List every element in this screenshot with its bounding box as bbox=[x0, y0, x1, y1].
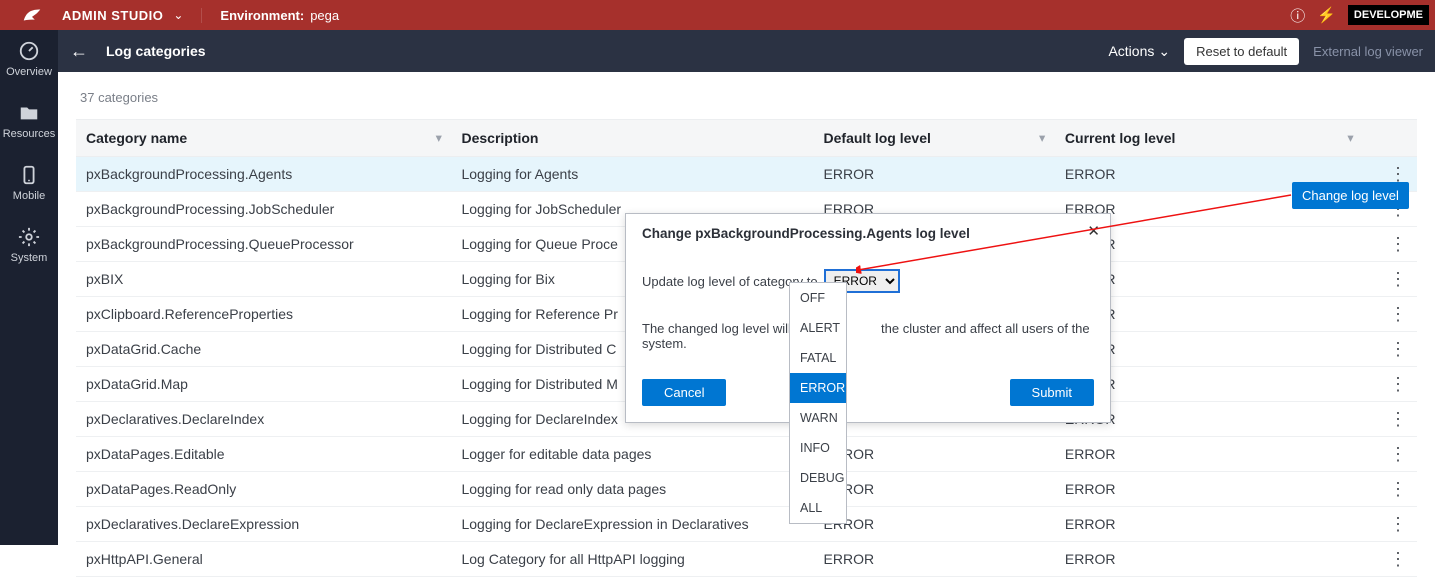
close-icon[interactable]: ✕ bbox=[1087, 222, 1100, 240]
dropdown-option[interactable]: ERROR bbox=[790, 373, 846, 403]
sidebar-item-mobile[interactable]: Mobile bbox=[0, 154, 58, 216]
page-title: Log categories bbox=[106, 43, 206, 59]
table-row[interactable]: pxHttpAPI.GeneralLog Category for all Ht… bbox=[76, 542, 1417, 577]
table-row[interactable]: pxDataPages.EditableLogger for editable … bbox=[76, 437, 1417, 472]
cell-name: pxClipboard.ReferenceProperties bbox=[76, 297, 451, 332]
dropdown-option[interactable]: INFO bbox=[790, 433, 846, 463]
reset-to-default-button[interactable]: Reset to default bbox=[1184, 38, 1299, 65]
help-icon[interactable]: ⓘ bbox=[1290, 5, 1305, 26]
cell-name: pxBackgroundProcessing.JobScheduler bbox=[76, 192, 451, 227]
cell-cur: ERROR bbox=[1055, 437, 1363, 472]
col-current-level[interactable]: Current log level▾ bbox=[1055, 120, 1363, 157]
cell-name: pxHttpAPI.General bbox=[76, 542, 451, 577]
cell-def: ERROR bbox=[814, 542, 1055, 577]
pega-logo-icon bbox=[6, 4, 58, 26]
sidebar-item-overview[interactable]: Overview bbox=[0, 30, 58, 92]
col-description[interactable]: Description bbox=[451, 120, 813, 157]
sidebar-item-label: Resources bbox=[3, 128, 56, 140]
sidebar-item-label: System bbox=[11, 252, 48, 264]
cell-name: pxDataGrid.Map bbox=[76, 367, 451, 402]
dropdown-option[interactable]: WARN bbox=[790, 403, 846, 433]
cell-name: pxBackgroundProcessing.QueueProcessor bbox=[76, 227, 451, 262]
external-log-viewer-link[interactable]: External log viewer bbox=[1313, 44, 1423, 59]
cell-name: pxDataPages.ReadOnly bbox=[76, 472, 451, 507]
cell-def: ERROR bbox=[814, 472, 1055, 507]
change-log-level-dialog: Change pxBackgroundProcessing.Agents log… bbox=[625, 213, 1111, 423]
row-menu-icon[interactable]: ⋮ bbox=[1363, 507, 1417, 542]
change-log-level-menu-item[interactable]: Change log level bbox=[1292, 182, 1409, 209]
sidebar-item-resources[interactable]: Resources bbox=[0, 92, 58, 154]
row-menu-icon[interactable]: ⋮ bbox=[1363, 297, 1417, 332]
app-switcher-chevron-icon[interactable]: ⌄ bbox=[173, 8, 183, 22]
col-default-level[interactable]: Default log level▾ bbox=[814, 120, 1055, 157]
cell-cur: ERROR bbox=[1055, 542, 1363, 577]
dropdown-option[interactable]: ALERT bbox=[790, 313, 846, 343]
chevron-down-icon: ⌄ bbox=[1158, 43, 1170, 60]
row-menu-icon[interactable]: ⋮ bbox=[1363, 472, 1417, 507]
bolt-icon[interactable]: ⚡ bbox=[1317, 6, 1336, 24]
row-menu-icon[interactable]: ⋮ bbox=[1363, 227, 1417, 262]
back-icon[interactable]: ← bbox=[70, 41, 88, 62]
cell-cur: ERROR bbox=[1055, 507, 1363, 542]
row-menu-icon[interactable]: ⋮ bbox=[1363, 542, 1417, 577]
cell-desc: Logger for editable data pages bbox=[451, 437, 813, 472]
cell-name: pxDataGrid.Cache bbox=[76, 332, 451, 367]
sidebar-item-label: Mobile bbox=[13, 190, 45, 202]
actions-label: Actions bbox=[1108, 43, 1154, 59]
dev-tag: DEVELOPME bbox=[1348, 5, 1429, 25]
log-level-dropdown-list: OFFALERTFATALERRORWARNINFODEBUGALL bbox=[789, 282, 847, 524]
dialog-title: Change pxBackgroundProcessing.Agents log… bbox=[642, 226, 1094, 241]
dropdown-option[interactable]: OFF bbox=[790, 283, 846, 313]
sidebar-item-label: Overview bbox=[6, 66, 52, 78]
cell-desc: Logging for read only data pages bbox=[451, 472, 813, 507]
chevron-down-icon: ▾ bbox=[1039, 132, 1045, 145]
dropdown-option[interactable]: FATAL bbox=[790, 343, 846, 373]
environment-label: Environment: bbox=[220, 8, 304, 23]
chevron-down-icon: ▾ bbox=[436, 132, 442, 145]
row-menu-icon[interactable]: ⋮ bbox=[1363, 402, 1417, 437]
chevron-down-icon: ▾ bbox=[1348, 132, 1354, 145]
row-menu-icon[interactable]: ⋮ bbox=[1363, 437, 1417, 472]
cell-def: ERROR bbox=[814, 157, 1055, 192]
dropdown-option[interactable]: DEBUG bbox=[790, 463, 846, 493]
cell-cur: ERROR bbox=[1055, 472, 1363, 507]
cell-desc: Log Category for all HttpAPI logging bbox=[451, 542, 813, 577]
app-title: ADMIN STUDIO bbox=[58, 8, 163, 23]
table-row[interactable]: pxDeclaratives.DeclareExpressionLogging … bbox=[76, 507, 1417, 542]
top-bar: ADMIN STUDIO ⌄ Environment: pega ⓘ ⚡ DEV… bbox=[0, 0, 1435, 30]
cell-desc: Logging for Agents bbox=[451, 157, 813, 192]
cell-name: pxDeclaratives.DeclareExpression bbox=[76, 507, 451, 542]
row-menu-icon[interactable]: ⋮ bbox=[1363, 262, 1417, 297]
cell-name: pxBIX bbox=[76, 262, 451, 297]
cell-name: pxDataPages.Editable bbox=[76, 437, 451, 472]
dropdown-option[interactable]: ALL bbox=[790, 493, 846, 523]
environment-value: pega bbox=[310, 8, 339, 23]
left-sidebar: Overview Resources Mobile System bbox=[0, 30, 58, 545]
table-row[interactable]: pxDataPages.ReadOnlyLogging for read onl… bbox=[76, 472, 1417, 507]
row-menu-icon[interactable]: ⋮ bbox=[1363, 367, 1417, 402]
cell-desc: Logging for DeclareExpression in Declara… bbox=[451, 507, 813, 542]
table-row[interactable]: pxBackgroundProcessing.AgentsLogging for… bbox=[76, 157, 1417, 192]
col-category-name[interactable]: Category name▾ bbox=[76, 120, 451, 157]
sub-bar: ← Log categories Actions ⌄ Reset to defa… bbox=[58, 30, 1435, 72]
sidebar-item-system[interactable]: System bbox=[0, 216, 58, 278]
cell-def: ERROR bbox=[814, 507, 1055, 542]
row-menu-icon[interactable]: ⋮ bbox=[1363, 332, 1417, 367]
cell-name: pxBackgroundProcessing.Agents bbox=[76, 157, 451, 192]
actions-menu[interactable]: Actions ⌄ bbox=[1108, 43, 1170, 60]
cancel-button[interactable]: Cancel bbox=[642, 379, 726, 406]
submit-button[interactable]: Submit bbox=[1010, 379, 1094, 406]
cell-name: pxDeclaratives.DeclareIndex bbox=[76, 402, 451, 437]
cell-def: ERROR bbox=[814, 437, 1055, 472]
category-count: 37 categories bbox=[76, 82, 1417, 119]
